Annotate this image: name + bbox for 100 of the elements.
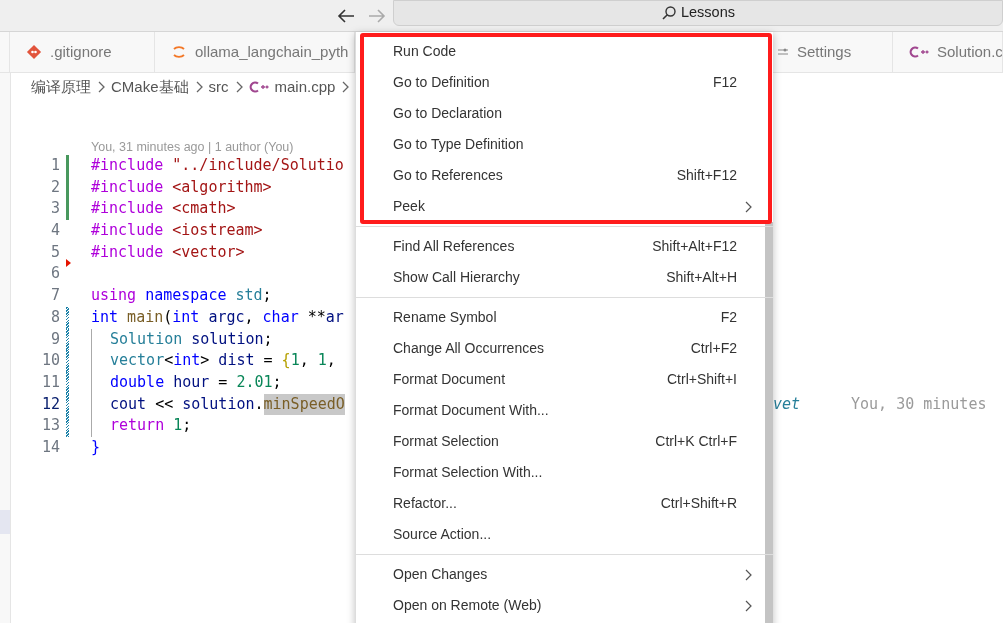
menu-item[interactable]: Go to Type Definition: [356, 129, 773, 160]
code-token: solution: [190, 328, 264, 350]
code-token: 1: [172, 415, 183, 437]
code-token: <: [164, 350, 174, 372]
code-token: <<: [154, 393, 174, 415]
scrollbar-thumb[interactable]: [765, 222, 773, 623]
settings-icon: [777, 46, 789, 58]
code-token: cout: [110, 393, 147, 415]
code-token: **: [306, 306, 326, 328]
code-token: argc: [207, 306, 245, 328]
shortcut-label: Shift+Alt+F12: [652, 237, 737, 256]
line-number: 5: [49, 241, 60, 263]
shortcut-label: F2: [720, 308, 737, 327]
line-number: 1: [49, 155, 60, 176]
chevron-right-icon: [341, 80, 350, 94]
menu-item[interactable]: Source Action...: [356, 519, 773, 550]
line-number: 11: [40, 371, 60, 393]
chevron-right-icon: [194, 80, 203, 94]
code-token: <cmath>: [171, 198, 236, 220]
shortcut-label: F12: [712, 73, 737, 92]
code-token: 1: [290, 350, 300, 372]
code-token: <iostream>: [171, 220, 263, 242]
code-token: hour: [172, 371, 210, 393]
line-number: 9: [49, 328, 60, 350]
python-icon: [171, 44, 187, 60]
code-token: ;: [182, 415, 192, 437]
shortcut-label: Shift+F12: [676, 166, 737, 185]
menu-item[interactable]: Rename Symbol F2: [356, 302, 773, 333]
code-token: }: [91, 436, 101, 458]
menu-item[interactable]: Go to References Shift+F12: [356, 160, 773, 191]
line-number: 8: [49, 306, 60, 328]
code-token: solution: [181, 393, 255, 415]
menu-item[interactable]: Refactor... Ctrl+Shift+R: [356, 488, 773, 519]
code-token: ,: [326, 350, 336, 372]
code-token: Solution: [110, 328, 183, 350]
breadcrumb-item[interactable]: CMake基础: [111, 75, 189, 99]
code-token: ;: [263, 328, 273, 350]
menu-item[interactable]: Peek: [356, 191, 773, 222]
shortcut-label: Ctrl+F2: [690, 339, 737, 358]
back-icon[interactable]: [336, 7, 356, 24]
menu-item[interactable]: Open on Remote (Web): [356, 590, 773, 621]
search-icon: [661, 4, 677, 21]
code-token: >: [200, 350, 210, 372]
menu-item[interactable]: Go to Declaration: [356, 98, 773, 129]
inline-blame: You, 30 minutes: [851, 393, 987, 415]
code-token: .: [254, 393, 264, 415]
shortcut-label: Ctrl+Shift+R: [660, 494, 737, 513]
menu-item[interactable]: Open Changes: [356, 559, 773, 590]
code-token: #include: [91, 198, 164, 220]
menu-item[interactable]: Run Code: [356, 36, 773, 67]
code-token: ,: [299, 350, 309, 372]
code-token: #include: [91, 241, 164, 263]
code-token: ;: [262, 285, 272, 307]
code-token: #include: [91, 176, 164, 198]
code-token: namespace: [144, 285, 227, 307]
command-center-search[interactable]: Lessons: [393, 0, 1003, 26]
line-number: 13: [40, 415, 60, 437]
code-token: dist: [217, 350, 255, 372]
code-token: std: [234, 285, 263, 307]
line-number: 4: [49, 220, 60, 242]
code-token: #include: [91, 155, 164, 176]
menu-item[interactable]: Change All Occurrences Ctrl+F2: [356, 333, 773, 364]
breadcrumb-item[interactable]: main.cpp: [274, 75, 336, 99]
code-token: int: [173, 350, 201, 372]
code-token: (: [163, 306, 173, 328]
line-number: 2: [49, 176, 60, 198]
menu-item[interactable]: Format Document With...: [356, 395, 773, 426]
code-token: ,: [244, 306, 254, 328]
code-token: {: [280, 350, 291, 372]
menu-item[interactable]: Show Call Hierarchy Shift+Alt+H: [356, 262, 773, 293]
shortcut-label: Ctrl+Shift+I: [666, 370, 737, 389]
line-number: 12: [40, 393, 60, 415]
chevron-right-icon: [234, 80, 243, 94]
code-token: char: [261, 306, 299, 328]
menu-item[interactable]: Find All References Shift+Alt+F12: [356, 231, 773, 262]
breadcrumb-item[interactable]: src: [208, 75, 229, 99]
line-number: 14: [40, 436, 60, 458]
code-token: 1: [316, 350, 327, 372]
code-token: vector: [110, 350, 165, 372]
search-label: Lessons: [681, 2, 735, 22]
menu-item[interactable]: Format Document Ctrl+Shift+I: [356, 364, 773, 395]
breadcrumb-item[interactable]: 编译原理: [31, 75, 91, 99]
code-token: "../include/Solutio: [171, 155, 344, 176]
line-number: 6: [49, 263, 60, 285]
line-number: 7: [49, 285, 60, 307]
code-token: #include: [91, 220, 164, 242]
code-token: 2.01: [235, 371, 273, 393]
menu-item[interactable]: Go to Definition F12: [356, 67, 773, 98]
code-token: using: [91, 285, 137, 307]
shortcut-label: Shift+Alt+H: [666, 268, 737, 287]
menu-item[interactable]: Format Selection With...: [356, 457, 773, 488]
menu-item[interactable]: Format Selection Ctrl+K Ctrl+F: [356, 426, 773, 457]
code-token: main: [126, 306, 164, 328]
chevron-right-icon: [97, 80, 105, 94]
code-token: ar: [325, 306, 344, 328]
code-token: <vector>: [171, 241, 245, 263]
code-token: ;: [272, 371, 282, 393]
forward-icon[interactable]: [367, 7, 387, 24]
code-token: vet: [773, 393, 801, 415]
shortcut-label: Ctrl+K Ctrl+F: [655, 432, 737, 451]
